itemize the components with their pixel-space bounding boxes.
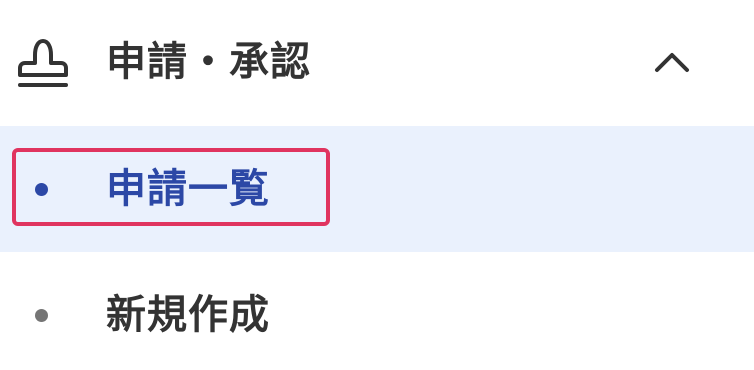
- section-header-approval[interactable]: 申請・承認: [0, 0, 754, 126]
- bullet-icon: [35, 183, 48, 196]
- menu-item-label: 申請一覧: [106, 166, 270, 212]
- section-title: 申請・承認: [106, 39, 311, 85]
- chevron-up-icon[interactable]: [652, 48, 692, 76]
- stamp-icon: [18, 39, 68, 87]
- menu-item-application-list[interactable]: 申請一覧: [0, 126, 754, 252]
- sidebar-menu: 申請・承認 申請一覧 新規作成: [0, 0, 754, 370]
- menu-item-label: 新規作成: [106, 292, 270, 338]
- bullet-icon: [35, 309, 48, 322]
- menu-item-new-application[interactable]: 新規作成: [0, 252, 754, 370]
